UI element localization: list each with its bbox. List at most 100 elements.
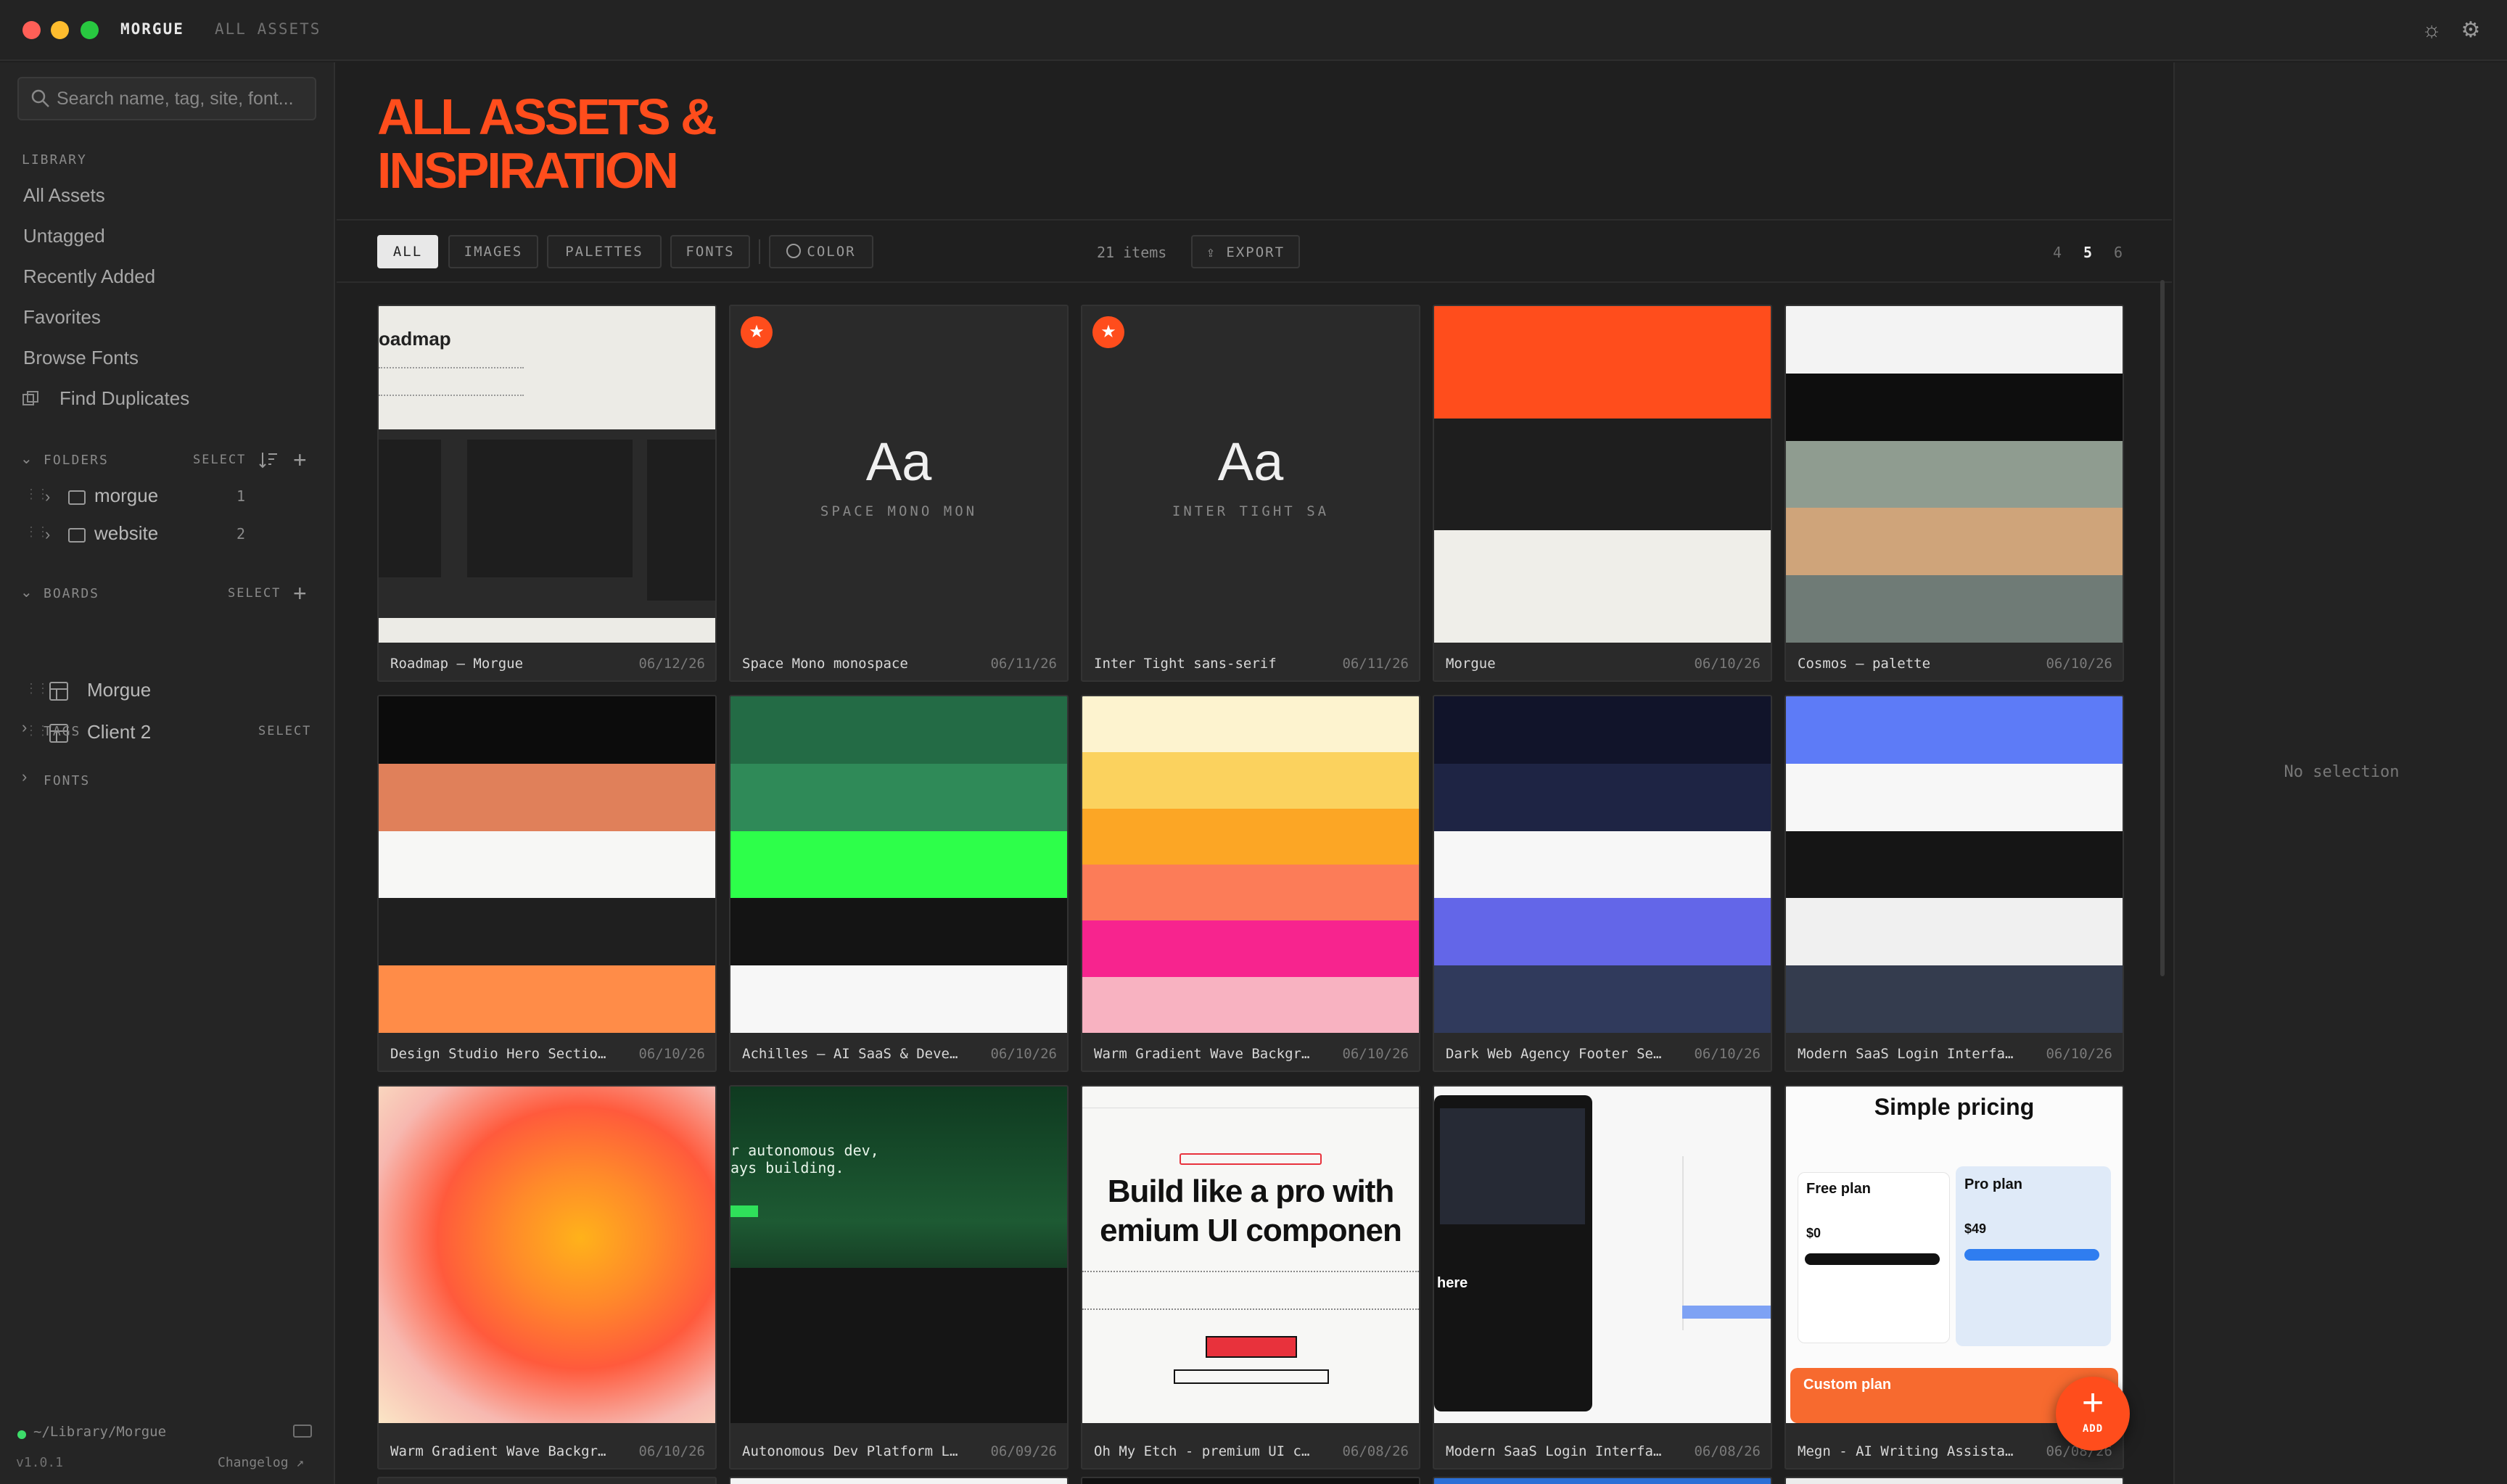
sort-icon[interactable] bbox=[258, 450, 279, 470]
palette-swatch[interactable] bbox=[1434, 696, 1771, 764]
palette-swatch[interactable] bbox=[1082, 696, 1419, 753]
favorite-star-icon[interactable]: ★ bbox=[741, 316, 773, 348]
fonts-section-label[interactable]: FONTS bbox=[44, 773, 90, 788]
palette-swatch[interactable] bbox=[730, 898, 1067, 966]
asset-card[interactable] bbox=[1081, 1477, 1420, 1484]
tags-section-label[interactable]: TAGS bbox=[44, 724, 81, 739]
palette-swatch[interactable] bbox=[1082, 864, 1419, 921]
asset-thumbnail[interactable]: here bbox=[1434, 1087, 1771, 1423]
asset-thumbnail[interactable]: Simple pricing Free plan $0 Pro plan $49 Cust… bbox=[1786, 1087, 2123, 1423]
board-name[interactable]: Client 2 bbox=[87, 721, 151, 743]
nav-browse-fonts[interactable]: Browse Fonts bbox=[23, 347, 139, 369]
add-board-plus-icon[interactable]: + bbox=[293, 582, 307, 605]
scrollbar[interactable] bbox=[2160, 280, 2165, 976]
palette-swatch[interactable] bbox=[1786, 696, 2123, 764]
changelog-link[interactable]: Changelog ↗ bbox=[218, 1455, 304, 1470]
filter-all-button[interactable]: ALL bbox=[377, 235, 438, 268]
board-name[interactable]: Morgue bbox=[87, 679, 151, 701]
fonts-expand-chevron-icon[interactable]: › bbox=[22, 767, 27, 786]
filter-fonts-button[interactable]: FONTS bbox=[670, 235, 750, 268]
palette-swatch[interactable] bbox=[730, 830, 1067, 899]
asset-thumbnail[interactable]: oadmap bbox=[379, 306, 715, 643]
nav-find-duplicates[interactable]: Find Duplicates bbox=[59, 387, 189, 410]
palette-swatch[interactable] bbox=[1786, 440, 2123, 508]
grid-columns-4[interactable]: 4 bbox=[2053, 244, 2062, 261]
search-box[interactable] bbox=[17, 77, 316, 120]
asset-card[interactable]: r autonomous dev, ays building. Autonomous… bbox=[729, 1085, 1069, 1469]
boards-collapse-chevron-icon[interactable]: ⌄ bbox=[20, 583, 33, 601]
asset-card[interactable]: Achilles — AI SaaS & Developer Platform 0… bbox=[729, 695, 1069, 1072]
folder-name[interactable]: morgue bbox=[94, 485, 158, 507]
palette-swatch[interactable] bbox=[379, 965, 715, 1033]
grid-columns-6[interactable]: 6 bbox=[2114, 244, 2123, 261]
palette-swatch[interactable] bbox=[1786, 965, 2123, 1033]
asset-thumbnail[interactable]: Build like a pro with emium UI componen bbox=[1082, 1087, 1419, 1423]
asset-card[interactable] bbox=[1784, 1477, 2124, 1484]
palette-swatch[interactable] bbox=[1786, 575, 2123, 643]
asset-card[interactable]: Cosmos — palette 06/10/26 bbox=[1784, 305, 2124, 682]
asset-card[interactable] bbox=[1433, 1477, 1772, 1484]
palette-swatch[interactable] bbox=[730, 763, 1067, 831]
palette-swatch[interactable] bbox=[1434, 306, 1771, 419]
folders-select-button[interactable]: SELECT bbox=[193, 453, 246, 467]
folders-collapse-chevron-icon[interactable]: ⌄ bbox=[20, 450, 33, 468]
maximize-window-button[interactable] bbox=[81, 21, 99, 39]
expand-chevron-icon[interactable]: › bbox=[45, 525, 50, 544]
palette-swatch[interactable] bbox=[1082, 976, 1419, 1033]
expand-chevron-icon[interactable]: › bbox=[45, 487, 50, 506]
add-folder-plus-icon[interactable]: + bbox=[293, 448, 307, 471]
boards-select-button[interactable]: SELECT bbox=[228, 586, 281, 601]
palette-swatch[interactable] bbox=[1434, 965, 1771, 1033]
grid-columns-5[interactable]: 5 bbox=[2083, 244, 2092, 261]
palette-swatch[interactable] bbox=[379, 696, 715, 764]
asset-thumbnail[interactable] bbox=[1786, 306, 2123, 643]
drag-handle-icon[interactable]: ⋮⋮ bbox=[25, 487, 49, 506]
palette-swatch[interactable] bbox=[1786, 306, 2123, 374]
breadcrumb[interactable]: ALL ASSETS bbox=[215, 20, 321, 38]
palette-swatch[interactable] bbox=[1786, 508, 2123, 576]
nav-all-assets[interactable]: All Assets bbox=[23, 184, 105, 207]
gradient-image[interactable] bbox=[379, 1087, 715, 1423]
asset-thumbnail[interactable] bbox=[730, 696, 1067, 1033]
nav-favorites[interactable]: Favorites bbox=[23, 306, 101, 329]
asset-card[interactable]: Warm Gradient Wave Background Palette 06/… bbox=[1081, 695, 1420, 1072]
favorite-star-icon[interactable]: ★ bbox=[1092, 316, 1124, 348]
asset-card[interactable]: Aa INTER TIGHT SA ★ Inter Tight sans-serif 0… bbox=[1081, 305, 1420, 682]
boards-section-label[interactable]: BOARDS bbox=[44, 586, 99, 601]
filter-images-button[interactable]: IMAGES bbox=[448, 235, 538, 268]
asset-thumbnail[interactable] bbox=[379, 696, 715, 1033]
palette-swatch[interactable] bbox=[1082, 808, 1419, 865]
asset-thumbnail[interactable]: Aa INTER TIGHT SA bbox=[1082, 306, 1419, 643]
asset-card[interactable] bbox=[377, 1477, 717, 1484]
library-path[interactable]: ~/Library/Morgue bbox=[33, 1424, 166, 1440]
palette-swatch[interactable] bbox=[1434, 418, 1771, 531]
asset-card[interactable] bbox=[729, 1477, 1069, 1484]
asset-card[interactable]: Aa SPACE MONO MON ★ Space Mono monospace 06/… bbox=[729, 305, 1069, 682]
palette-swatch[interactable] bbox=[379, 763, 715, 831]
asset-thumbnail[interactable]: r autonomous dev, ays building. bbox=[730, 1087, 1067, 1423]
palette-swatch[interactable] bbox=[730, 696, 1067, 764]
palette-swatch[interactable] bbox=[1434, 763, 1771, 831]
search-input[interactable] bbox=[57, 78, 310, 119]
folders-section-label[interactable]: FOLDERS bbox=[44, 453, 109, 468]
asset-card[interactable]: Morgue 06/10/26 bbox=[1433, 305, 1772, 682]
asset-thumbnail[interactable] bbox=[1434, 696, 1771, 1033]
palette-swatch[interactable] bbox=[1082, 752, 1419, 809]
asset-card[interactable]: Design Studio Hero Section — Agency 06/10… bbox=[377, 695, 717, 1072]
theme-toggle-sun-icon[interactable]: ☼ bbox=[2417, 16, 2446, 45]
asset-card[interactable]: here Modern SaaS Login Interface 06/08/26 bbox=[1433, 1085, 1772, 1469]
add-button[interactable]: + ADD bbox=[2056, 1377, 2130, 1451]
palette-swatch[interactable] bbox=[1434, 830, 1771, 899]
palette-swatch[interactable] bbox=[1786, 830, 2123, 899]
minimize-window-button[interactable] bbox=[51, 21, 69, 39]
asset-thumbnail[interactable] bbox=[1434, 306, 1771, 643]
tags-select-button[interactable]: SELECT bbox=[258, 724, 311, 738]
palette-swatch[interactable] bbox=[1434, 530, 1771, 643]
drag-handle-icon[interactable]: ⋮⋮ bbox=[25, 682, 49, 701]
nav-recently-added[interactable]: Recently Added bbox=[23, 265, 155, 288]
palette-swatch[interactable] bbox=[379, 898, 715, 966]
asset-thumbnail[interactable] bbox=[1082, 696, 1419, 1033]
filter-color-button[interactable]: COLOR bbox=[769, 235, 873, 268]
asset-thumbnail[interactable] bbox=[1786, 696, 2123, 1033]
asset-card[interactable]: oadmap Roadmap — Morgue 06/12/26 bbox=[377, 305, 717, 682]
